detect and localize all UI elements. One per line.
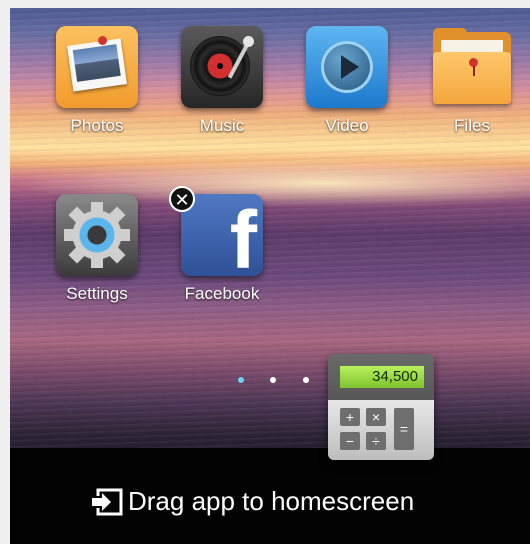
facebook-glyph: f (229, 195, 257, 286)
homescreen: Photos Music Video Files Settings f ✕ Fa… (10, 8, 530, 544)
calc-key-plus: + (340, 408, 360, 426)
app-photos[interactable]: Photos (42, 26, 152, 136)
app-label-settings: Settings (66, 284, 128, 303)
app-files[interactable]: Files (417, 26, 527, 136)
app-video[interactable]: Video (292, 26, 402, 136)
app-label-photos: Photos (70, 116, 124, 135)
calculator-keypad: + × − ÷ = (328, 400, 434, 460)
app-label-video: Video (325, 116, 369, 135)
app-label-music: Music (199, 116, 245, 135)
page-dot-2[interactable] (270, 377, 277, 383)
app-settings[interactable]: Settings (42, 194, 152, 304)
page-dot-1[interactable] (238, 377, 244, 383)
calc-key-equals: = (394, 408, 414, 450)
video-icon[interactable] (306, 26, 388, 108)
page-indicator (238, 370, 331, 388)
remove-app-icon[interactable]: ✕ (169, 186, 195, 212)
app-music[interactable]: Music (167, 26, 277, 136)
drop-target-bar[interactable]: Drag app to homescreen (10, 448, 530, 544)
calc-key-divide: ÷ (366, 432, 386, 450)
app-label-facebook: Facebook (184, 284, 260, 303)
calculator-display: 34,500 (340, 366, 424, 388)
drop-target-label: Drag app to homescreen (128, 486, 415, 516)
page-dot-3[interactable] (302, 377, 309, 383)
files-icon[interactable] (431, 26, 513, 108)
music-icon[interactable] (181, 26, 263, 108)
facebook-icon[interactable]: f ✕ (169, 186, 263, 282)
app-facebook[interactable]: f ✕ Facebook (167, 186, 277, 304)
photos-icon[interactable] (56, 26, 138, 108)
settings-icon[interactable] (56, 194, 138, 276)
calc-key-multiply: × (366, 408, 386, 426)
calc-key-minus: − (340, 432, 360, 450)
drop-target-row: Drag app to homescreen (90, 486, 414, 517)
calculator-icon[interactable]: 34,500 + × − ÷ = (328, 354, 434, 460)
app-label-files: Files (454, 116, 490, 135)
drag-to-homescreen-icon (90, 488, 123, 515)
